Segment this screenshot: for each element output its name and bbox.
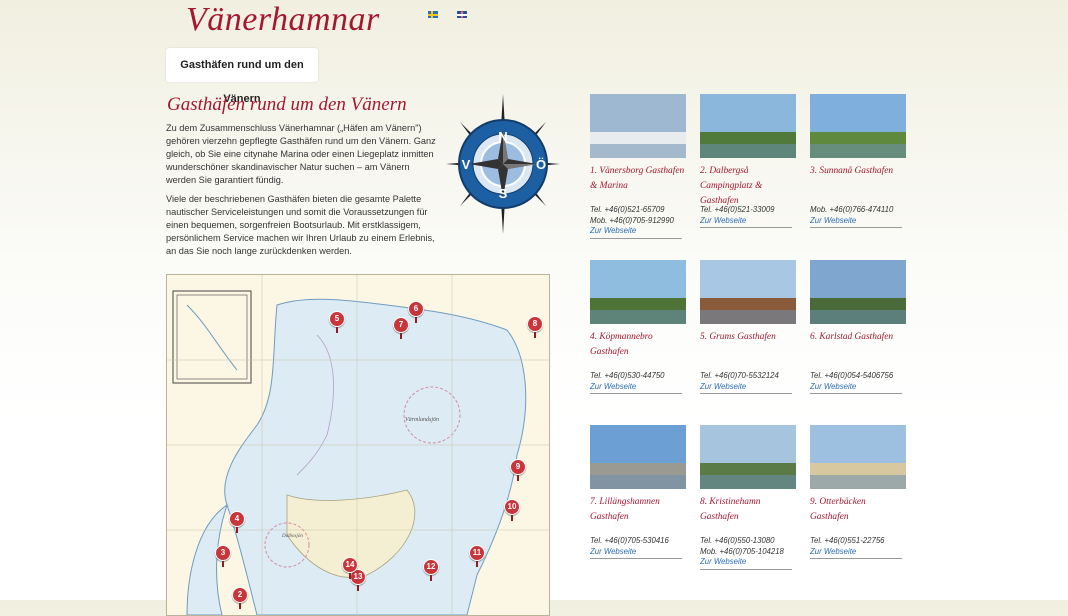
map-marker-6[interactable]: 6 — [408, 301, 424, 323]
map-marker-10[interactable]: 10 — [504, 499, 520, 521]
harbor-website-link[interactable]: Zur Webseite — [810, 382, 902, 393]
swedish-flag-icon[interactable] — [428, 11, 438, 18]
harbor-card[interactable]: 3. Sunnanå Gasthafen Mob. +46(0)766-47411… — [810, 94, 906, 244]
harbor-website-link[interactable]: Zur Webseite — [590, 226, 682, 237]
harbor-website-link[interactable]: Zur Webseite — [590, 547, 682, 558]
harbor-photo[interactable] — [590, 425, 686, 489]
harbor-phone: Tel. +46(0)530-44750 — [590, 371, 665, 380]
map-marker-7[interactable]: 7 — [393, 317, 409, 339]
harbor-website-link[interactable]: Zur Webseite — [810, 547, 902, 558]
harbor-photo[interactable] — [700, 425, 796, 489]
harbor-card[interactable]: 8. Kristinehamn Gasthafen Tel. +46(0)550-… — [700, 425, 796, 575]
harbor-phone: Tel. +46(0)550-13080 — [700, 536, 775, 545]
map-chart-graphic: Värmlandsjön Dalbosjön — [167, 275, 549, 615]
harbor-name[interactable]: 3. Sunnanå Gasthafen — [810, 164, 906, 179]
intro-paragraph-1: Zu dem Zusammenschluss Vänerhamnar („Häf… — [166, 123, 436, 185]
compass-rose-icon: N S V Ö — [446, 94, 560, 234]
harbor-phone: Tel. +46(0)551-22756 — [810, 536, 885, 545]
map-bay-label: Dalbosjön — [281, 534, 303, 539]
harbor-name[interactable]: 1. Vänersborg Gasthafen & Marina — [590, 164, 686, 194]
harbor-mobile: Mob. +46(0)705-104218 — [700, 546, 784, 556]
map-marker-4[interactable]: 4 — [229, 511, 245, 533]
map-marker-14[interactable]: 14 — [342, 557, 358, 579]
page-title: Gasthäfen rund um den Vänern — [167, 94, 407, 115]
harbor-contact: Tel. +46(0)70-5532124 Zur Webseite — [700, 371, 792, 394]
map-marker-8[interactable]: 8 — [527, 316, 543, 338]
harbor-photo[interactable] — [810, 260, 906, 324]
harbor-photo[interactable] — [810, 425, 906, 489]
harbor-card[interactable]: 5. Grums Gasthafen Tel. +46(0)70-5532124 Z… — [700, 260, 796, 410]
harbor-website-link[interactable]: Zur Webseite — [810, 216, 902, 227]
harbor-mobile: Mob. +46(0)766-474110 — [810, 205, 894, 214]
harbor-name[interactable]: 8. Kristinehamn Gasthafen — [700, 495, 796, 525]
harbor-photo[interactable] — [590, 94, 686, 158]
british-flag-icon[interactable] — [457, 11, 467, 18]
harbor-phone: Tel. +46(0)705-530416 — [590, 536, 669, 545]
compass-east-label: Ö — [536, 157, 546, 172]
harbor-card[interactable]: 2. Dalbergså Campingplatz & Gasthafen Tel… — [700, 94, 796, 244]
harbor-contact: Tel. +46(0)521-65709 Mob. +46(0)705-91299… — [590, 205, 682, 239]
intro-paragraph-2: Viele der beschriebenen Gasthäfen bieten… — [166, 194, 435, 256]
tab-gasthaefen[interactable]: Gasthäfen rund um den Vänern — [166, 48, 318, 105]
compass-north-label: N — [498, 129, 507, 144]
harbor-card[interactable]: 7. Lillängshamnen Gasthafen Tel. +46(0)70… — [590, 425, 686, 575]
harbor-phone: Tel. +46(0)70-5532124 — [700, 371, 779, 380]
harbor-contact: Mob. +46(0)766-474110 Zur Webseite — [810, 205, 902, 228]
harbor-contact: Tel. +46(0)521-33009 Zur Webseite — [700, 205, 792, 228]
harbor-contact: Tel. +46(0)550-13080 Mob. +46(0)705-10421… — [700, 536, 792, 570]
harbor-name[interactable]: 2. Dalbergså Campingplatz & Gasthafen — [700, 164, 796, 209]
compass-south-label: S — [499, 186, 508, 201]
harbor-website-link[interactable]: Zur Webseite — [700, 382, 792, 393]
harbor-name[interactable]: 4. Köpmannebro Gasthafen — [590, 330, 686, 360]
compass-west-label: V — [462, 157, 471, 172]
harbor-name[interactable]: 6. Karlstad Gasthafen — [810, 330, 906, 345]
harbor-website-link[interactable]: Zur Webseite — [590, 382, 682, 393]
map-marker-12[interactable]: 12 — [423, 559, 439, 581]
harbor-contact: Tel. +46(0)530-44750 Zur Webseite — [590, 371, 682, 394]
harbor-contact: Tel. +46(0)551-22756 Zur Webseite — [810, 536, 902, 559]
map-lake-label: Värmlandsjön — [405, 417, 439, 423]
map-marker-9[interactable]: 9 — [510, 459, 526, 481]
harbor-contact: Tel. +46(0)054-5406756 Zur Webseite — [810, 371, 902, 394]
harbor-card[interactable]: 1. Vänersborg Gasthafen & Marina Tel. +46… — [590, 94, 686, 244]
map-marker-5[interactable]: 5 — [329, 311, 345, 333]
harbor-website-link[interactable]: Zur Webseite — [700, 557, 792, 568]
harbor-photo[interactable] — [590, 260, 686, 324]
site-logo[interactable]: Vänerhamnar — [186, 0, 380, 40]
harbor-name[interactable]: 7. Lillängshamnen Gasthafen — [590, 495, 686, 525]
map-marker-11[interactable]: 11 — [469, 545, 485, 567]
harbor-card[interactable]: 6. Karlstad Gasthafen Tel. +46(0)054-5406… — [810, 260, 906, 410]
nautical-chart-map[interactable]: Värmlandsjön Dalbosjön 2 3 4 5 6 7 8 9 1… — [166, 274, 550, 616]
harbor-phone: Tel. +46(0)054-5406756 — [810, 371, 894, 380]
harbor-contact: Tel. +46(0)705-530416 Zur Webseite — [590, 536, 682, 559]
harbor-card[interactable]: 9. Otterbäcken Gasthafen Tel. +46(0)551-2… — [810, 425, 906, 575]
harbor-name[interactable]: 9. Otterbäcken Gasthafen — [810, 495, 906, 525]
map-marker-2[interactable]: 2 — [232, 587, 248, 609]
harbor-name[interactable]: 5. Grums Gasthafen — [700, 330, 796, 345]
intro-text: Zu dem Zusammenschluss Vänerhamnar („Häf… — [166, 122, 440, 264]
harbor-photo[interactable] — [810, 94, 906, 158]
harbor-card[interactable]: 4. Köpmannebro Gasthafen Tel. +46(0)530-4… — [590, 260, 686, 410]
harbor-phone: Tel. +46(0)521-33009 — [700, 205, 775, 214]
harbor-website-link[interactable]: Zur Webseite — [700, 216, 792, 227]
harbor-photo[interactable] — [700, 260, 796, 324]
map-marker-3[interactable]: 3 — [215, 545, 231, 567]
harbor-mobile: Mob. +46(0)705-912990 — [590, 215, 674, 225]
harbor-photo[interactable] — [700, 94, 796, 158]
harbor-phone: Tel. +46(0)521-65709 — [590, 205, 665, 214]
